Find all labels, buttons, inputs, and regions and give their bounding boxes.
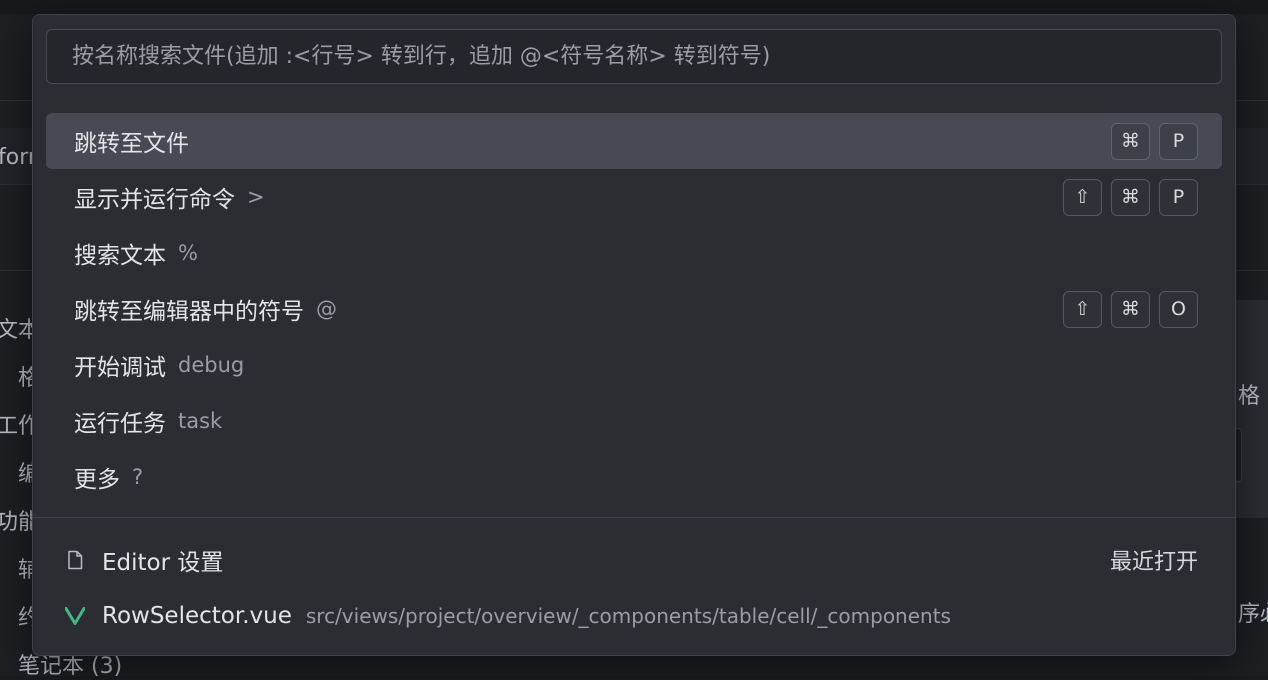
command-palette: 跳转至文件 ⌘ P 显示并运行命令 > ⇧ ⌘ P 搜索文本 % 跳转至编辑器中… (32, 14, 1236, 656)
command-label: 显示并运行命令 (74, 180, 235, 214)
command-run-task[interactable]: 运行任务 task (46, 393, 1222, 449)
command-label: 运行任务 (74, 404, 166, 438)
divider (33, 517, 1235, 518)
command-start-debugging[interactable]: 开始调试 debug (46, 337, 1222, 393)
command-label: 跳转至编辑器中的符号 (74, 292, 304, 326)
file-name: Editor 设置 (102, 543, 223, 577)
file-icon (65, 550, 85, 570)
recent-item-editor-settings[interactable]: Editor 设置 最近打开 (46, 532, 1222, 588)
command-label: 跳转至文件 (74, 124, 189, 158)
shift-key: ⇧ (1063, 291, 1102, 328)
p-key: P (1159, 179, 1198, 216)
cmd-key: ⌘ (1111, 179, 1150, 216)
shortcut: ⇧ ⌘ O (1063, 291, 1198, 328)
cmd-key: ⌘ (1111, 123, 1150, 160)
command-list: 跳转至文件 ⌘ P 显示并运行命令 > ⇧ ⌘ P 搜索文本 % 跳转至编辑器中… (46, 113, 1222, 505)
shift-key: ⇧ (1063, 179, 1102, 216)
recent-item-rowselector[interactable]: RowSelector.vue src/views/project/overvi… (46, 588, 1222, 644)
command-label: 更多 (74, 460, 120, 494)
command-search-text[interactable]: 搜索文本 % (46, 225, 1222, 281)
bg-text: 格 (1238, 378, 1260, 410)
command-label: 搜索文本 (74, 236, 166, 270)
command-prefix: % (178, 241, 198, 265)
command-prefix: task (178, 409, 222, 433)
command-prefix: @ (316, 297, 337, 321)
command-prefix: debug (178, 353, 244, 377)
bg-text: 序必 (1238, 596, 1268, 628)
command-prefix: ? (132, 465, 143, 489)
shortcut: ⇧ ⌘ P (1063, 179, 1198, 216)
command-go-to-symbol[interactable]: 跳转至编辑器中的符号 @ ⇧ ⌘ O (46, 281, 1222, 337)
command-go-to-file[interactable]: 跳转至文件 ⌘ P (46, 113, 1222, 169)
command-label: 开始调试 (74, 348, 166, 382)
o-key: O (1159, 291, 1198, 328)
file-path: src/views/project/overview/_components/t… (306, 604, 951, 628)
search-input[interactable] (72, 44, 1221, 69)
cmd-key: ⌘ (1111, 291, 1150, 328)
vue-icon (65, 607, 85, 625)
command-show-run-commands[interactable]: 显示并运行命令 > ⇧ ⌘ P (46, 169, 1222, 225)
recent-list: Editor 设置 最近打开 RowSelector.vue src/views… (46, 532, 1222, 644)
command-prefix: > (247, 185, 265, 209)
search-box[interactable] (46, 29, 1222, 84)
recently-opened-label: 最近打开 (1110, 544, 1198, 576)
p-key: P (1159, 123, 1198, 160)
command-more[interactable]: 更多 ? (46, 449, 1222, 505)
file-name: RowSelector.vue (102, 603, 292, 629)
shortcut: ⌘ P (1111, 123, 1198, 160)
